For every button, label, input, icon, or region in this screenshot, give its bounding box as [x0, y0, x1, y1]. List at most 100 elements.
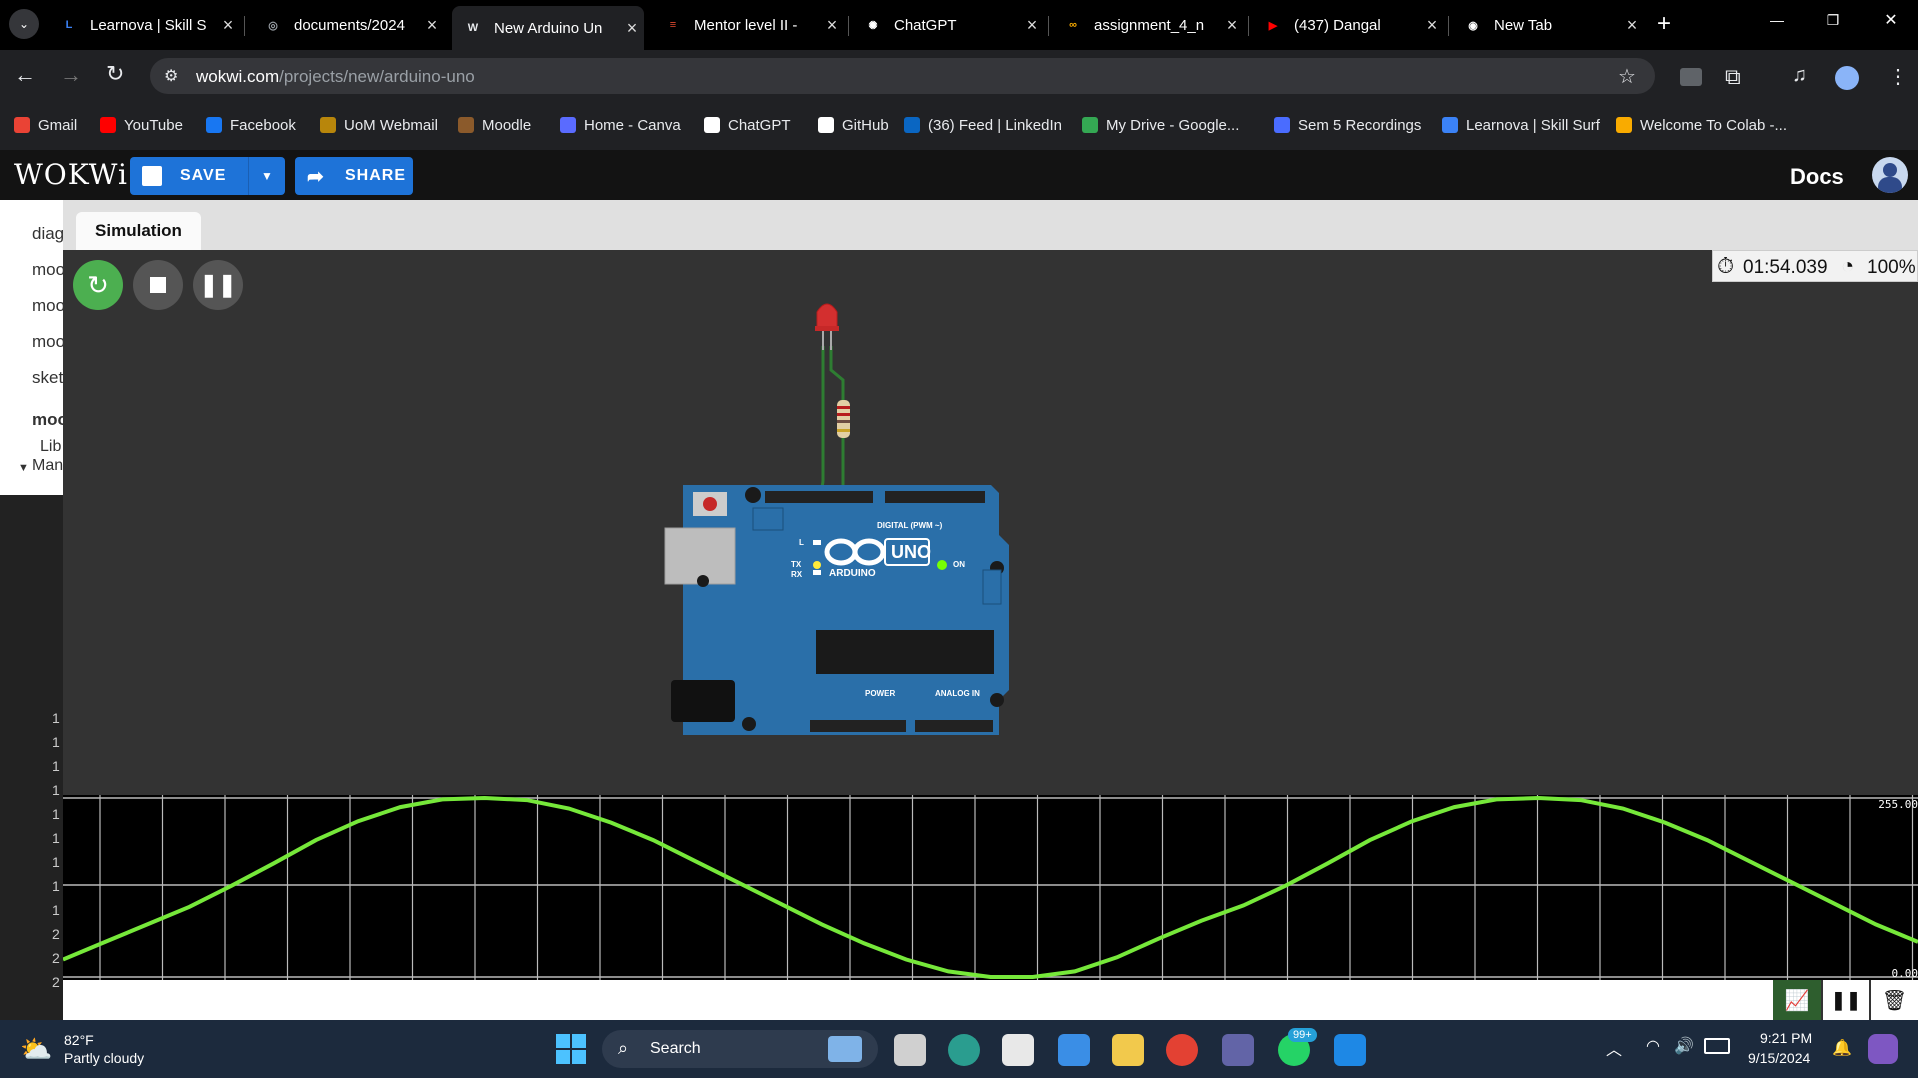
extension-icon[interactable] [1680, 68, 1702, 86]
teams-icon[interactable] [1222, 1034, 1254, 1066]
profile-avatar[interactable] [1835, 66, 1859, 90]
bookmark-label: YouTube [124, 116, 183, 134]
browser-tab[interactable]: L Learnova | Skill S × [48, 8, 240, 42]
new-tab-button[interactable]: + [1650, 10, 1678, 38]
close-icon[interactable]: × [1620, 15, 1644, 36]
browser-tab[interactable]: ∞ assignment_4_n × [1052, 8, 1244, 42]
bookmark-favicon-icon [320, 117, 336, 133]
media-controls-icon[interactable]: ♫ [1792, 64, 1807, 87]
bookmark-item[interactable]: Home - Canva [560, 114, 681, 136]
file-explorer-icon[interactable] [1112, 1034, 1144, 1066]
edge-icon[interactable] [948, 1034, 980, 1066]
browser-tab[interactable]: W New Arduino Un × [452, 6, 644, 50]
menu-kebab-icon[interactable]: ⋮ [1888, 64, 1908, 89]
browser-tab[interactable]: ◎ documents/2024 × [252, 8, 444, 42]
close-icon[interactable]: × [1020, 15, 1044, 36]
bookmark-item[interactable]: ChatGPT [704, 114, 791, 136]
bookmark-label: GitHub [842, 116, 889, 134]
task-view-icon[interactable] [894, 1034, 926, 1066]
bookmark-item[interactable]: GitHub [818, 114, 889, 136]
user-avatar[interactable] [1872, 157, 1908, 193]
close-icon[interactable]: × [216, 15, 240, 36]
notification-bell-icon[interactable]: 🔔 [1832, 1038, 1852, 1058]
chrome-icon[interactable] [1166, 1034, 1198, 1066]
volume-icon[interactable]: 🔊 [1674, 1036, 1694, 1056]
plotter-svg [63, 795, 1918, 980]
close-icon[interactable]: × [620, 18, 644, 39]
save-dropdown-button[interactable]: ▼ [248, 157, 286, 195]
library-manager-item[interactable]: Lib Man ▼ [0, 438, 63, 483]
plot-axis-tick-label: 1 [52, 854, 60, 870]
plotter-toggle-button[interactable]: 📈 [1773, 980, 1821, 1020]
reload-button[interactable]: ↻ [106, 61, 124, 87]
hidden-icons-chevron[interactable]: ︿ [1606, 1036, 1622, 1060]
tab-simulation[interactable]: Simulation [76, 212, 201, 250]
start-button[interactable] [556, 1034, 586, 1064]
file-list-item[interactable]: moo [32, 260, 65, 280]
wokwi-logo[interactable]: WOKWi [14, 158, 128, 191]
tab-search-button[interactable]: ⌄ [9, 9, 39, 39]
mail-icon[interactable] [1058, 1034, 1090, 1066]
serial-input-field[interactable] [63, 980, 1773, 1020]
browser-tab[interactable]: ✺ ChatGPT × [852, 8, 1044, 42]
restore-button[interactable]: ❐ [1818, 12, 1848, 29]
file-list-item[interactable]: sket [32, 368, 63, 388]
share-button[interactable]: ➦ SHARE [295, 157, 413, 195]
tab-separator [1248, 16, 1249, 36]
omnibox[interactable]: ⚙ wokwi.com/projects/new/arduino-uno ☆ [150, 58, 1655, 94]
file-list-item[interactable]: moo [32, 296, 65, 316]
store-icon[interactable] [1002, 1034, 1034, 1066]
copilot-icon[interactable] [1868, 1034, 1898, 1064]
bookmark-item[interactable]: My Drive - Google... [1082, 114, 1239, 136]
bookmark-item[interactable]: Learnova | Skill Surf [1442, 114, 1600, 136]
browser-tab[interactable]: ≡ Mentor level II - × [652, 8, 844, 42]
bookmark-label: Home - Canva [584, 116, 681, 134]
bookmark-item[interactable]: (36) Feed | LinkedIn [904, 114, 1062, 136]
board-l-label: L [799, 538, 804, 547]
taskbar-search[interactable]: ⌕ Search [602, 1030, 878, 1068]
clock-time[interactable]: 9:21 PM [1760, 1030, 1812, 1046]
bookmark-favicon-icon [704, 117, 720, 133]
plot-axis-tick-label: 1 [52, 878, 60, 894]
plotter-clear-button[interactable]: 🗑 [1871, 980, 1918, 1020]
tab-label: Mentor level II - [694, 16, 798, 34]
forward-button[interactable]: → [60, 62, 82, 88]
bookmark-label: UoM Webmail [344, 116, 438, 134]
battery-icon[interactable] [1704, 1038, 1730, 1054]
bookmark-item[interactable]: UoM Webmail [320, 114, 438, 136]
save-button[interactable]: SAVE ▼ [130, 157, 285, 195]
close-icon[interactable]: × [1220, 15, 1244, 36]
minimize-button[interactable]: — [1762, 12, 1792, 28]
weather-widget[interactable]: ⛅ 82°F Partly cloudy [20, 1030, 160, 1070]
puzzle-icon[interactable]: ⧉ [1725, 64, 1741, 90]
browser-tab[interactable]: ▶ (437) Dangal × [1252, 8, 1444, 42]
bookmark-star-icon[interactable]: ☆ [1618, 64, 1636, 89]
file-list-item[interactable]: diag [32, 224, 64, 244]
arrow-right-icon: → [60, 62, 82, 87]
back-button[interactable]: ← [14, 62, 36, 88]
vscode-icon[interactable] [1334, 1034, 1366, 1066]
wokwi-header: WOKWi SAVE ▼ ➦ SHARE Docs [0, 150, 1918, 200]
close-window-button[interactable]: ✕ [1876, 10, 1906, 30]
file-list-item[interactable]: moo [14, 404, 68, 436]
plotter-pause-button[interactable]: ❚❚ [1823, 980, 1869, 1020]
browser-tab[interactable]: ◉ New Tab × [1452, 8, 1644, 42]
close-icon[interactable]: × [820, 15, 844, 36]
wifi-icon[interactable]: ◠ [1646, 1036, 1660, 1056]
site-info-icon[interactable]: ⚙ [164, 66, 178, 86]
bookmark-item[interactable]: YouTube [100, 114, 183, 136]
clock-date[interactable]: 9/15/2024 [1748, 1050, 1810, 1066]
docs-link[interactable]: Docs [1790, 164, 1844, 190]
library-label-1: Lib [40, 438, 62, 455]
simulation-canvas[interactable]: ↻ ❚❚ ⏱ 01:54.039 ◔ 100% UNO ARDUINO DIGI… [63, 250, 1918, 795]
bookmark-item[interactable]: Welcome To Colab -... [1616, 114, 1787, 136]
led-red[interactable] [815, 303, 839, 350]
resistor[interactable] [837, 400, 850, 438]
close-icon[interactable]: × [1420, 15, 1444, 36]
bookmark-item[interactable]: Moodle [458, 114, 531, 136]
close-icon[interactable]: × [420, 15, 444, 36]
bookmark-item[interactable]: Gmail [14, 114, 77, 136]
bookmark-item[interactable]: Sem 5 Recordings [1274, 114, 1421, 136]
file-list-item[interactable]: moo [32, 332, 65, 352]
bookmark-item[interactable]: Facebook [206, 114, 296, 136]
